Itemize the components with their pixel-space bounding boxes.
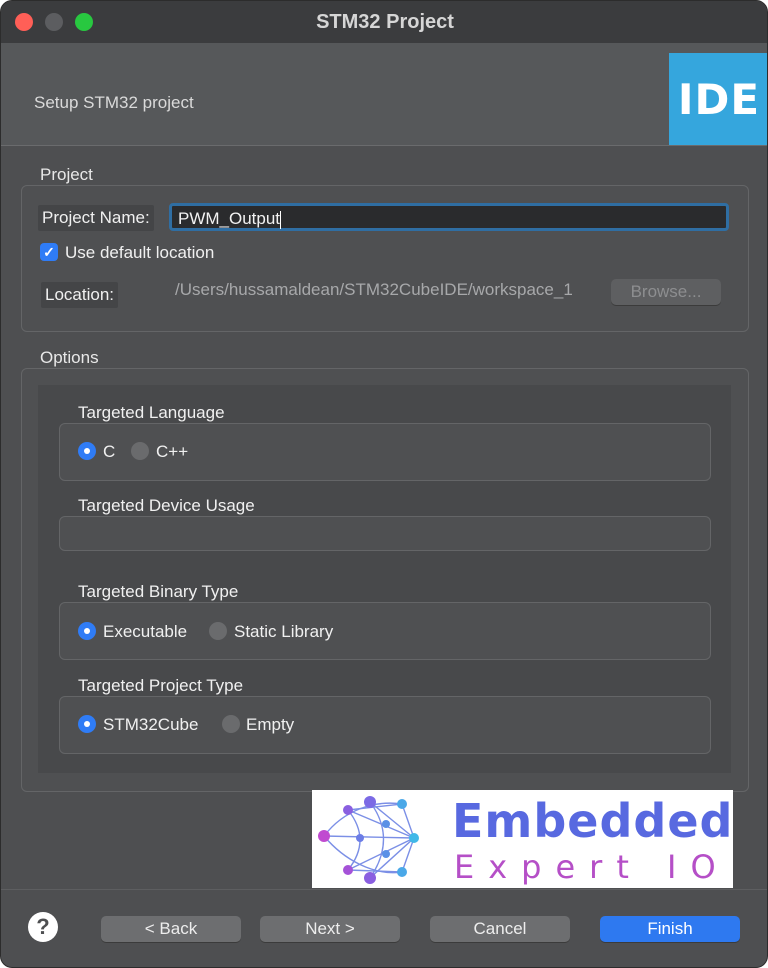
- ide-logo: IDE: [669, 53, 767, 145]
- window-title: STM32 Project: [316, 11, 454, 33]
- location-label: Location:: [41, 282, 118, 308]
- options-section-label: Options: [40, 348, 99, 367]
- binary-type-group-label: Targeted Binary Type: [78, 582, 239, 601]
- project-type-stm32cube-label: STM32Cube: [103, 715, 199, 734]
- language-cpp-radio[interactable]: [131, 442, 149, 460]
- language-c-label: C: [103, 442, 116, 461]
- device-usage-group-label: Targeted Device Usage: [78, 496, 255, 515]
- wizard-header: Setup STM32 project IDE: [1, 43, 767, 146]
- location-input[interactable]: /Users/hussamaldean/STM32CubeIDE/workspa…: [171, 277, 593, 303]
- embedded-expert-logo: Embedded Expert IO: [312, 790, 733, 888]
- brand-embedded-text: Embedded: [452, 794, 734, 848]
- dialog-window: STM32 Project Setup STM32 project IDE Pr…: [0, 0, 768, 968]
- project-name-value: PWM_Output: [178, 209, 281, 228]
- language-c-radio[interactable]: [78, 442, 96, 460]
- title-bar: STM32 Project: [1, 1, 767, 44]
- brand-expert-text: Expert IO: [454, 848, 730, 886]
- text-caret: [280, 210, 282, 229]
- binary-static-library-label: Static Library: [234, 622, 334, 641]
- binary-executable-radio[interactable]: [78, 622, 96, 640]
- browse-button[interactable]: Browse...: [611, 279, 721, 305]
- footer-divider: [1, 889, 767, 890]
- cancel-button[interactable]: Cancel: [430, 916, 570, 942]
- checkmark-icon: ✓: [43, 244, 55, 260]
- use-default-location-checkbox[interactable]: ✓: [40, 243, 58, 261]
- use-default-location-label: Use default location: [65, 243, 215, 262]
- binary-static-library-radio[interactable]: [209, 622, 227, 640]
- finish-button[interactable]: Finish: [600, 916, 740, 942]
- language-cpp-label: C++: [156, 442, 189, 461]
- binary-executable-label: Executable: [103, 622, 188, 641]
- device-usage-group: [59, 516, 711, 551]
- project-type-group-label: Targeted Project Type: [78, 676, 244, 695]
- project-name-input[interactable]: PWM_Output: [169, 203, 729, 231]
- back-button[interactable]: < Back: [101, 916, 241, 942]
- wizard-subtitle: Setup STM32 project: [34, 93, 194, 112]
- project-type-empty-radio[interactable]: [222, 715, 240, 733]
- network-graphic-icon: [318, 796, 419, 884]
- project-section-label: Project: [40, 165, 93, 184]
- project-name-label: Project Name:: [38, 205, 154, 231]
- question-icon[interactable]: ?: [28, 912, 58, 942]
- language-group-label: Targeted Language: [78, 403, 225, 422]
- project-type-empty-label: Empty: [246, 715, 295, 734]
- project-type-stm32cube-radio[interactable]: [78, 715, 96, 733]
- next-button[interactable]: Next >: [260, 916, 400, 942]
